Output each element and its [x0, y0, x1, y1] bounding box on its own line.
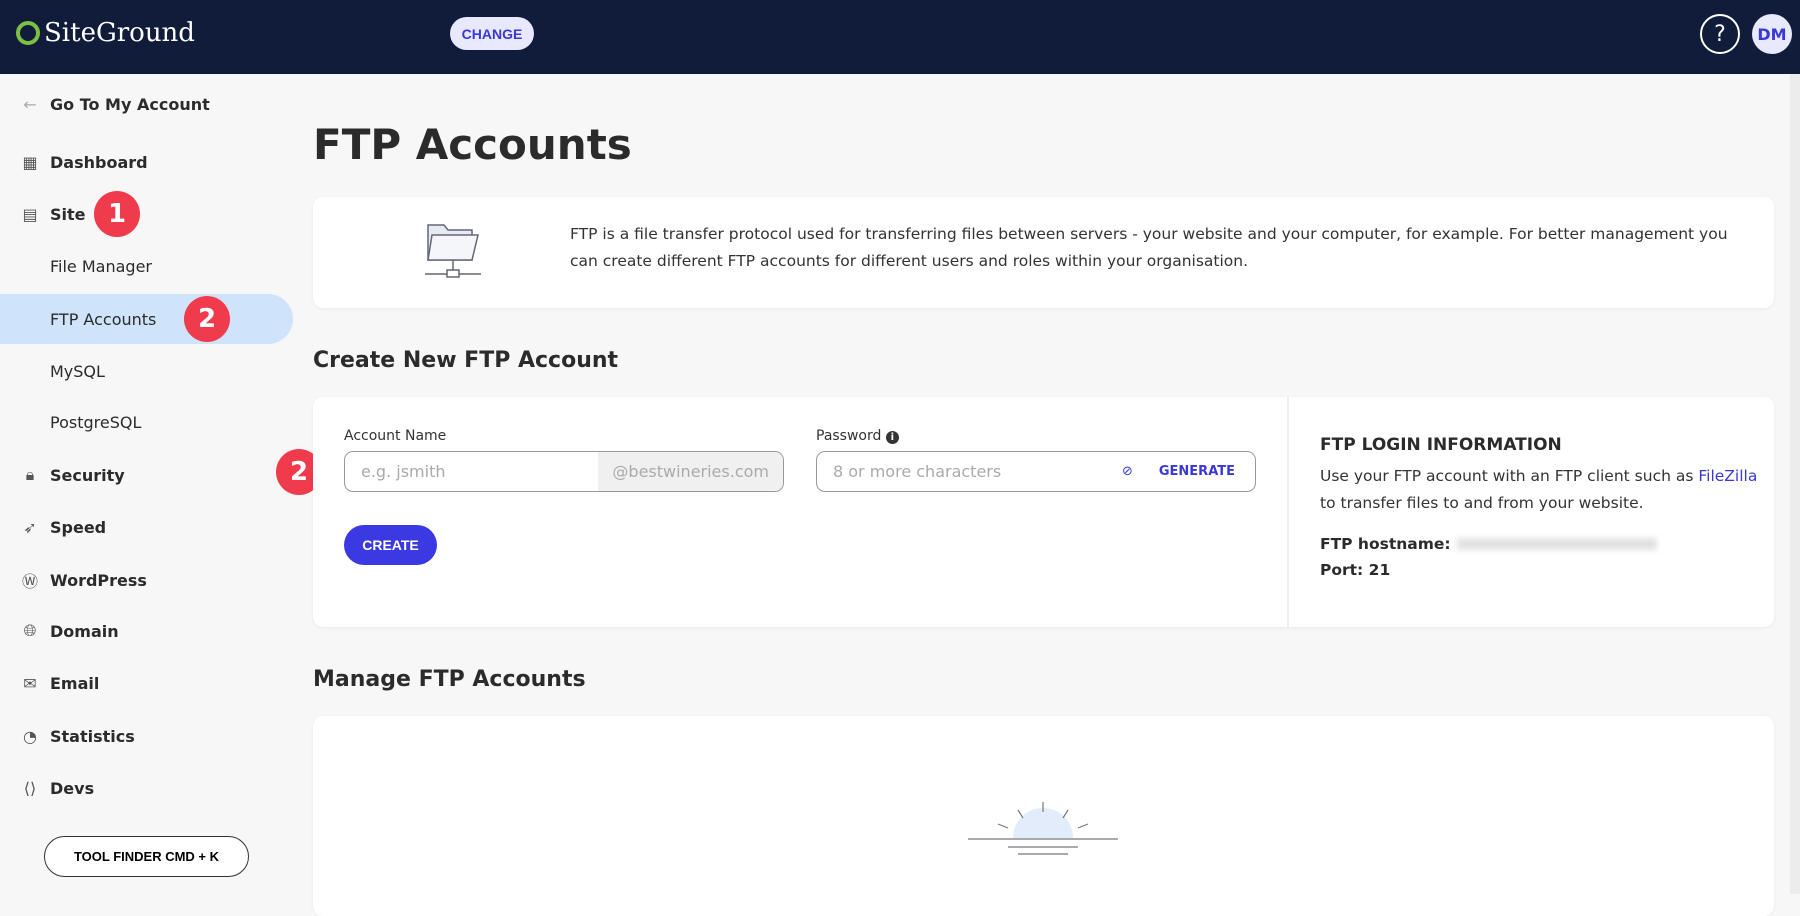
sidebar-item-label: Email: [50, 673, 100, 693]
sidebar-item-file-manager[interactable]: File Manager: [0, 246, 293, 286]
password-label: Password i: [816, 428, 899, 444]
account-name-label: Account Name: [344, 428, 447, 444]
create-button[interactable]: CREATE: [344, 525, 437, 565]
siteground-logo[interactable]: SiteGround: [16, 18, 195, 48]
hostname-blurred: [1456, 538, 1657, 550]
sidebar-item-postgresql[interactable]: PostgreSQL: [0, 402, 293, 442]
password-label-text: Password: [816, 428, 882, 444]
info-icon[interactable]: i: [885, 431, 899, 444]
change-site-button[interactable]: CHANGE: [450, 17, 534, 50]
sidebar-item-label: Domain: [50, 621, 119, 641]
sidebar-item-label: FTP Accounts: [50, 309, 157, 329]
sidebar-item-label: MySQL: [50, 361, 105, 381]
sidebar-item-label: PostgreSQL: [50, 412, 142, 432]
login-info-text: Use your FTP account with an FTP client …: [1320, 463, 1760, 517]
sidebar-item-wordpress[interactable]: Ⓦ WordPress: [0, 560, 293, 600]
folder-network-icon: [425, 224, 481, 278]
login-info-title: FTP LOGIN INFORMATION: [1320, 435, 1562, 455]
go-to-my-account-link[interactable]: ← Go To My Account: [0, 84, 293, 124]
sidebar-item-label: Statistics: [50, 726, 135, 746]
create-heading: Create New FTP Account: [313, 348, 619, 373]
domain-suffix: @bestwineries.com: [598, 452, 783, 491]
eye-off-icon[interactable]: ⊘: [1122, 464, 1133, 479]
sidebar-item-dashboard[interactable]: ▦ Dashboard: [0, 142, 293, 182]
port-text: Port: 21: [1320, 561, 1391, 579]
manage-heading: Manage FTP Accounts: [313, 667, 586, 692]
sidebar-item-label: Site: [50, 204, 86, 224]
account-placeholder: e.g. jsmith: [361, 462, 446, 481]
wordpress-icon: Ⓦ: [21, 572, 38, 591]
login-text-2: to transfer files to and from your websi…: [1320, 494, 1644, 512]
pie-icon: ◔: [23, 726, 37, 746]
lock-icon: 🔒︎: [25, 465, 35, 484]
sidebar-item-ftp-accounts[interactable]: FTP Accounts: [0, 294, 293, 344]
account-name-input[interactable]: e.g. jsmith @bestwineries.com: [344, 451, 784, 492]
help-icon[interactable]: ?: [1700, 14, 1740, 54]
back-label: Go To My Account: [50, 94, 210, 114]
sidebar-item-devs[interactable]: ⟨⟩ Devs: [0, 768, 293, 808]
top-header: SiteGround CHANGE ? DM: [0, 0, 1800, 74]
annotation-badge: 2: [184, 296, 230, 342]
sidebar-item-label: Devs: [50, 778, 95, 798]
sunrise-empty-icon: [968, 802, 1118, 855]
sidebar-item-label: Speed: [50, 517, 107, 537]
logo-swirl-icon: [16, 21, 40, 45]
scrollbar[interactable]: [1790, 74, 1800, 894]
avatar[interactable]: DM: [1752, 14, 1792, 54]
sidebar-item-label: Security: [50, 465, 125, 485]
hostname-label: FTP hostname:: [1320, 535, 1451, 553]
sidebar-item-speed[interactable]: ➶ Speed: [0, 507, 293, 547]
manage-card: [313, 716, 1774, 916]
tool-finder-button[interactable]: TOOL FINDER CMD + K: [44, 836, 249, 877]
sidebar-item-label: WordPress: [50, 570, 147, 590]
sidebar-item-domain[interactable]: 🌐︎ Domain: [0, 611, 293, 651]
code-icon: ⟨⟩: [23, 778, 37, 798]
sidebar-item-statistics[interactable]: ◔ Statistics: [0, 716, 293, 756]
globe-icon: 🌐︎: [23, 621, 37, 640]
rocket-icon: ➶: [23, 517, 37, 537]
sidebar-item-mysql[interactable]: MySQL: [0, 351, 293, 391]
password-input[interactable]: 8 or more characters ⊘ GENERATE: [816, 451, 1256, 492]
hostname-row: FTP hostname:: [1320, 535, 1760, 553]
sidebar-item-label: Dashboard: [50, 152, 148, 172]
sidebar-item-site[interactable]: ▤ Site: [0, 194, 293, 234]
password-placeholder: 8 or more characters: [833, 462, 1002, 481]
login-text-1: Use your FTP account with an FTP client …: [1320, 467, 1699, 485]
arrow-left-icon: ←: [23, 94, 37, 114]
generate-button[interactable]: GENERATE: [1159, 464, 1235, 479]
sidebar-item-label: File Manager: [50, 256, 152, 276]
ftp-login-info: FTP LOGIN INFORMATION Use your FTP accou…: [1320, 435, 1760, 579]
site-icon: ▤: [22, 204, 38, 224]
divider: [1287, 397, 1289, 627]
logo-text: SiteGround: [44, 18, 195, 48]
sidebar-item-email[interactable]: ✉ Email: [0, 663, 293, 703]
annotation-badge: 1: [94, 191, 140, 237]
filezilla-link[interactable]: FileZilla: [1698, 467, 1757, 485]
sidebar-item-security[interactable]: 🔒︎ Security: [0, 455, 293, 495]
page-title: FTP Accounts: [313, 120, 632, 169]
grid-icon: ▦: [22, 152, 38, 172]
mail-icon: ✉: [23, 673, 37, 693]
ftp-description: FTP is a file transfer protocol used for…: [570, 225, 1728, 270]
